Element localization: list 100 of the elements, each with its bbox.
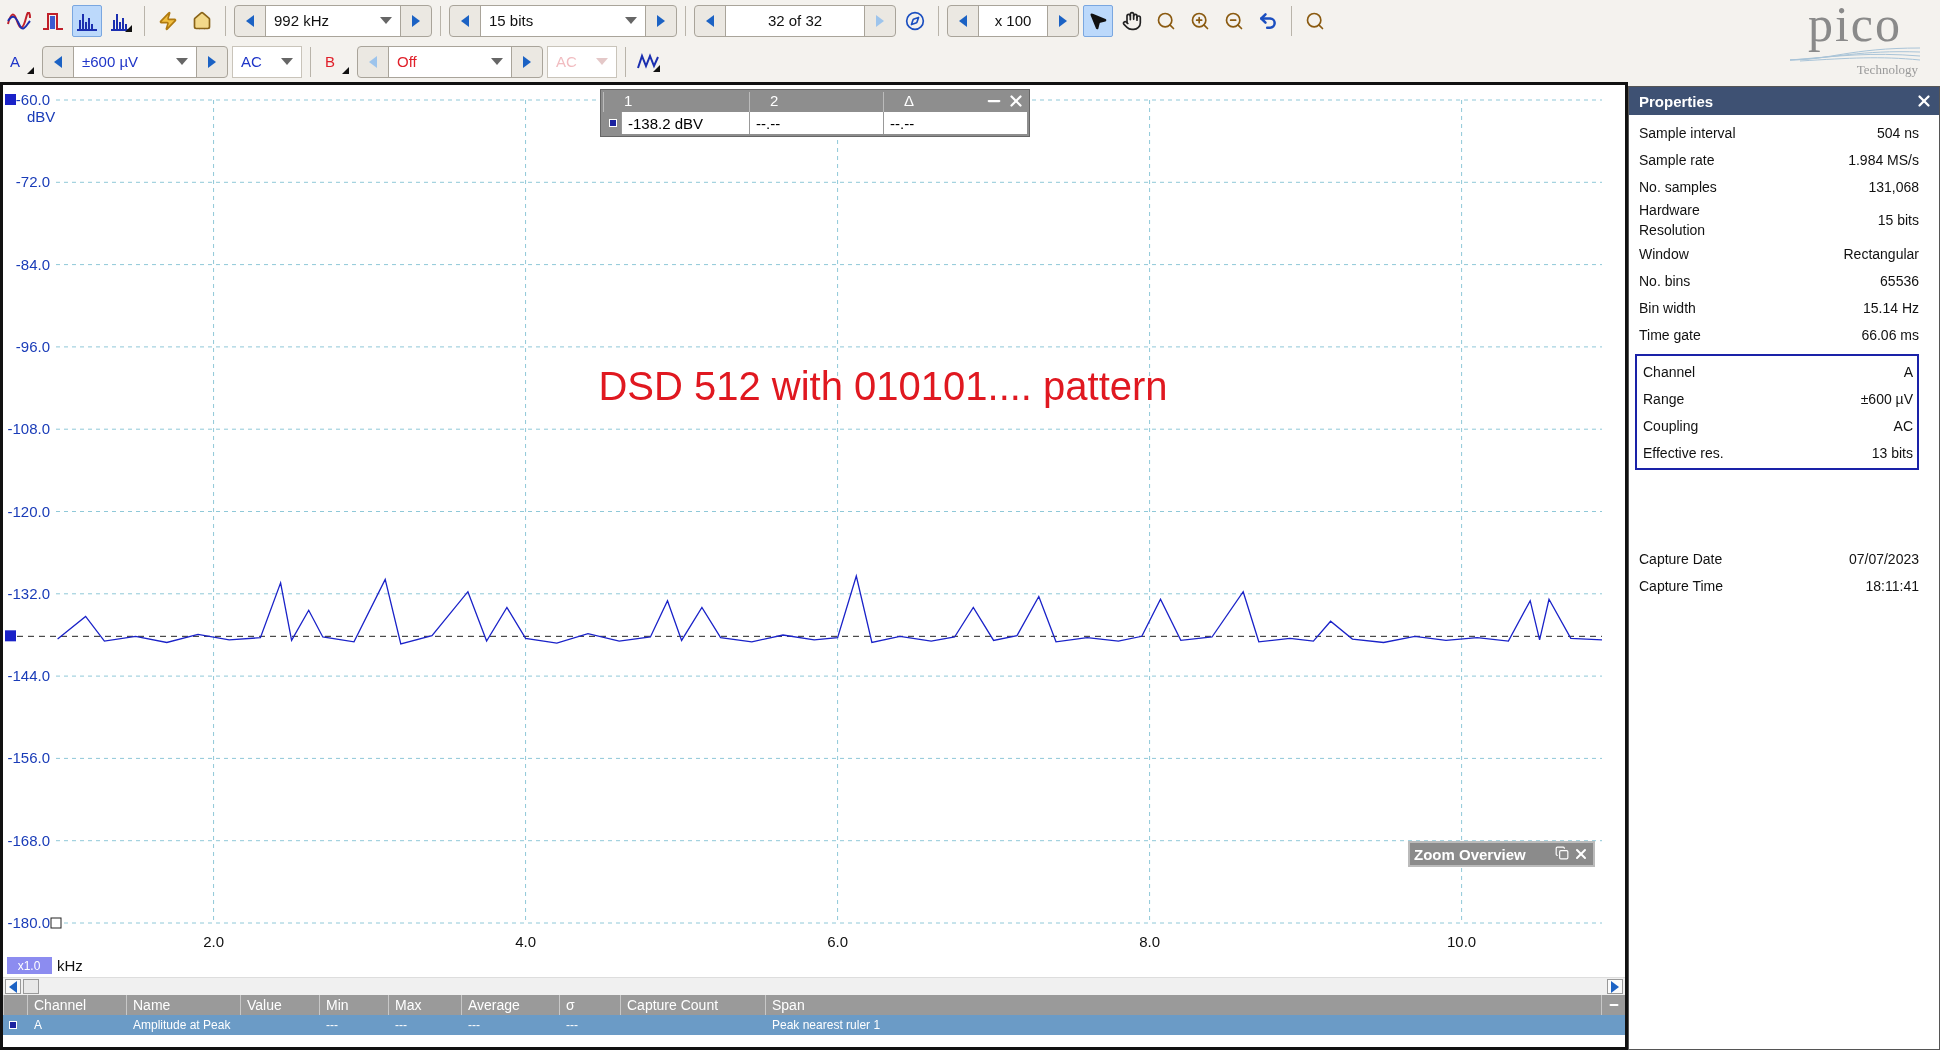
- channel-button[interactable]: A: [4, 45, 38, 78]
- property-value: 15.14 Hz: [1862, 299, 1919, 316]
- logo-tagline: Technology: [1856, 62, 1918, 78]
- y-tick-label: -156.0: [7, 749, 50, 767]
- property-value: A: [1903, 363, 1913, 380]
- triangle-right-icon: [1059, 14, 1067, 27]
- property-value: 504 ns: [1876, 124, 1919, 141]
- sine-wave-icon: [7, 11, 31, 30]
- y-axis-unit: dBV: [27, 108, 56, 125]
- y-tick-label: -60.0: [15, 91, 50, 108]
- property-label: Effective res.: [1643, 443, 1724, 463]
- compass-icon: [905, 10, 925, 31]
- triangle-right-icon: [657, 14, 665, 27]
- close-icon[interactable]: [1915, 92, 1933, 110]
- zoom-factor-badge[interactable]: x1.0: [7, 957, 52, 974]
- table-cell-text: ---: [565, 1017, 579, 1034]
- measurement-row[interactable]: A Amplitude at Peak --- --- --- --- Peak nearest ruler 1: [3, 1015, 1625, 1035]
- coupling-dropdown[interactable]: AC: [232, 45, 302, 78]
- zoom-overview-title: Zoom Overview: [1414, 845, 1526, 863]
- channel-marker-icon: [9, 1021, 17, 1029]
- property-label: Window: [1639, 244, 1689, 264]
- table-cell: --.--: [883, 112, 1027, 134]
- ruler-handle-icon[interactable]: [5, 630, 16, 642]
- panel-title: Properties: [1639, 92, 1714, 110]
- table-cell: -138.2 dBV: [621, 112, 749, 134]
- table-cell-text: ---: [394, 1017, 408, 1034]
- caret-icon: [596, 58, 608, 65]
- property-value: 131,068: [1868, 178, 1919, 195]
- property-value: 07/07/2023: [1848, 550, 1919, 567]
- property-label: Capture Date: [1639, 549, 1723, 569]
- triangle-right-icon: [412, 14, 420, 27]
- corner-triangle-icon: [27, 66, 34, 74]
- property-label: Coupling: [1643, 416, 1699, 436]
- y-tick-label: -72.0: [15, 173, 50, 191]
- value-field[interactable]: Off: [388, 46, 512, 77]
- property-label: Sample interval: [1639, 123, 1736, 143]
- channel-button[interactable]: B: [319, 45, 353, 78]
- undo-icon: [1258, 10, 1278, 31]
- tool-button[interactable]: [1083, 4, 1113, 37]
- view-mode-button[interactable]: [72, 4, 102, 37]
- value-field[interactable]: 32 of 32: [725, 5, 865, 36]
- triangle-left-icon: [706, 14, 714, 27]
- triangle-left-icon: [959, 14, 967, 27]
- table-cell-text: ---: [467, 1017, 481, 1034]
- y-tick-label: -144.0: [7, 667, 50, 685]
- y-tick-label: -132.0: [7, 584, 50, 602]
- logo-wordmark: pico: [1807, 0, 1903, 54]
- property-label: Time gate: [1639, 325, 1701, 345]
- property-label: Channel: [1643, 362, 1696, 382]
- property-value: ±600 µV: [1860, 390, 1913, 407]
- value-field[interactable]: 992 kHz: [265, 5, 401, 36]
- lightning-icon: [158, 10, 178, 31]
- zoom-out-icon: [1224, 10, 1244, 31]
- table-cell-text: A: [33, 1017, 43, 1034]
- caret-icon: [491, 58, 503, 65]
- x-tick-label: 10.0: [1447, 933, 1477, 950]
- table-cell-text: Amplitude at Peak: [132, 1017, 232, 1034]
- close-icon[interactable]: [1573, 846, 1589, 862]
- y-tick-label: -96.0: [15, 337, 50, 355]
- value-field[interactable]: x 100: [978, 5, 1048, 36]
- corner-triangle-icon: [342, 66, 349, 74]
- triangle-right-icon: [876, 14, 884, 27]
- restore-icon[interactable]: [1555, 846, 1569, 860]
- caret-icon: [380, 17, 392, 24]
- scrollbar-thumb[interactable]: [23, 979, 39, 994]
- x-tick-label: 8.0: [1139, 933, 1160, 950]
- property-label: Capture Time: [1639, 576, 1724, 596]
- property-label: Sample rate: [1639, 150, 1715, 170]
- property-value: AC: [1893, 417, 1913, 434]
- triangle-left-icon: [461, 14, 469, 27]
- channel-marker-icon: [609, 119, 617, 127]
- property-value: 13 bits: [1871, 444, 1913, 461]
- table-cell-text: Peak nearest ruler 1: [771, 1017, 882, 1034]
- square-wave-icon: [42, 10, 64, 31]
- property-value: 15 bits: [1877, 212, 1919, 228]
- scroll-left-button[interactable]: [5, 979, 21, 994]
- house-icon: [192, 10, 212, 31]
- property-label: Bin width: [1639, 298, 1696, 318]
- value-field[interactable]: 15 bits: [480, 5, 646, 36]
- triangle-left-icon: [369, 55, 377, 68]
- y-tick-label: -168.0: [7, 831, 50, 849]
- property-label: No. bins: [1639, 271, 1691, 291]
- value-field[interactable]: ±600 µV: [73, 46, 197, 77]
- property-value: 18:11:41: [1865, 577, 1919, 594]
- triangle-right-icon: [1611, 980, 1619, 993]
- scroll-right-button[interactable]: [1607, 979, 1623, 994]
- caret-icon: [176, 58, 188, 65]
- property-value: 65536: [1880, 272, 1919, 289]
- property-label: Hardware Resolution: [1639, 201, 1707, 240]
- caret-icon: [281, 58, 293, 65]
- y-tick-label: -120.0: [7, 502, 50, 520]
- ruler-line[interactable]: [16, 635, 1603, 637]
- axis-handle-icon[interactable]: [50, 917, 62, 929]
- x-axis-unit: kHz: [57, 957, 83, 974]
- axis-handle-icon[interactable]: [5, 94, 16, 105]
- property-label: No. samples: [1639, 177, 1717, 197]
- annotation-text: DSD 512 with 010101.... pattern: [598, 363, 1168, 408]
- zoom-icon: [1305, 10, 1325, 31]
- zoom-icon: [1156, 10, 1176, 31]
- triangle-right-icon: [208, 55, 216, 68]
